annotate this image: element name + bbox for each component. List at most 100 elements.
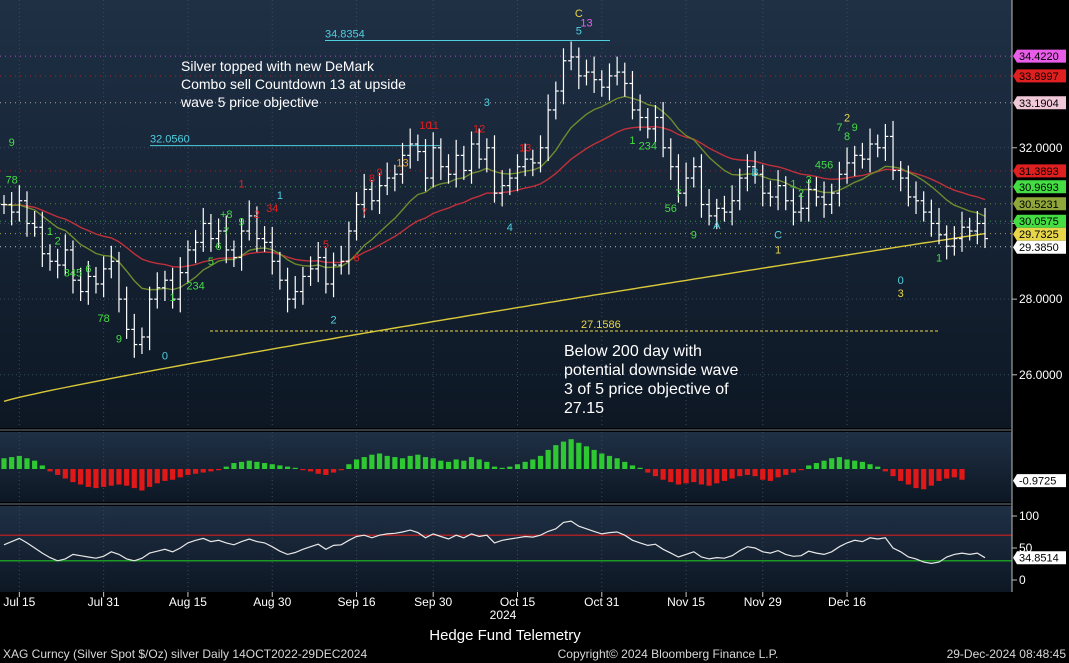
oscillator-bar — [844, 459, 850, 469]
oscillator-bar — [829, 458, 835, 469]
td-count-label: 5 — [323, 239, 329, 251]
td-count-label: 1 — [790, 179, 796, 191]
td-count-label: 0 — [162, 351, 168, 363]
td-count-label: 4 — [507, 222, 513, 234]
oscillator-bar — [392, 457, 398, 469]
oscillator-bar — [484, 461, 490, 469]
td-count-label: 9 — [9, 137, 15, 149]
oscillator-bar — [522, 461, 528, 469]
oscillator-bar — [821, 460, 827, 469]
td-count-label: +8 — [220, 209, 233, 221]
oscillator-bar — [124, 469, 130, 486]
price-chart: 34.835432.056027.1586 97812345 6789012345… — [0, 0, 1069, 663]
td-count-label: 7 — [361, 207, 367, 219]
svg-text:33.1904: 33.1904 — [1019, 98, 1059, 110]
svg-text:29.3850: 29.3850 — [1019, 242, 1059, 254]
date-tick-label: Oct 31 — [584, 595, 620, 609]
footer-right: 29-Dec-2024 08:48:45 — [947, 647, 1067, 661]
oscillator-bar — [537, 455, 544, 469]
td-count-label: 9 — [376, 167, 382, 179]
oscillator-bar — [384, 455, 390, 469]
oscillator-bar — [622, 461, 628, 469]
td-count-label: 2 — [254, 209, 260, 221]
oscillator-bar — [591, 449, 597, 469]
price-level-box: 29.7325 — [1013, 227, 1066, 241]
oscillator-bar — [836, 457, 842, 469]
td-count-label: 6 — [216, 241, 222, 253]
td-count-label: 8 — [844, 131, 850, 143]
td-count-label: 6 — [85, 264, 91, 276]
td-count-label: 1 — [936, 252, 942, 264]
oscillator-bar — [353, 459, 360, 469]
td-count-label: 6 — [353, 252, 359, 264]
oscillator-bar — [62, 469, 68, 479]
td-count-label: 1 — [47, 226, 53, 238]
td-count-label: 13 — [519, 143, 531, 155]
td-count-label: 234 — [639, 141, 657, 153]
date-tick-label: Aug 15 — [169, 595, 207, 609]
oscillator-bar — [430, 458, 436, 469]
svg-text:34.4220: 34.4220 — [1019, 51, 1059, 63]
oscillator-bar — [683, 469, 689, 484]
td-count-label: 3 — [484, 97, 490, 109]
oscillator-bar — [193, 469, 199, 474]
oscillator-bar — [330, 469, 337, 473]
oscillator-level-box: -0.9725 — [1013, 474, 1066, 488]
oscillator-bar — [882, 469, 888, 472]
top-annotation-line-1: Silver topped with new DeMark — [181, 58, 375, 74]
oscillator-bar — [951, 469, 957, 478]
td-count-label: 2 — [798, 188, 804, 200]
oscillator-bar — [936, 469, 942, 481]
stoch-tick-label: 0 — [1019, 573, 1026, 587]
oscillator-bar — [798, 469, 804, 471]
oscillator-bar — [507, 466, 513, 469]
oscillator-bar — [269, 464, 275, 469]
oscillator-bar — [905, 469, 911, 485]
price-tick-label: 28.0000 — [1019, 292, 1063, 306]
date-tick-label: Nov 15 — [667, 595, 705, 609]
oscillator-bar — [1, 458, 7, 469]
oscillator-bar — [744, 469, 751, 475]
price-panel — [0, 0, 1012, 428]
td-count-label: 345 — [64, 267, 82, 279]
td-count-label: 1 — [239, 179, 245, 191]
td-count-label: 78 — [6, 175, 18, 187]
date-tick-label: Aug 30 — [253, 595, 291, 609]
td-count-label: 2 — [330, 315, 336, 327]
bottom-annotation-line-1: Below 200 day with — [564, 343, 702, 360]
oscillator-bar — [131, 469, 137, 489]
oscillator-bar — [78, 469, 84, 485]
date-tick-label: Jul 15 — [3, 595, 35, 609]
td-count-label: 8 — [369, 173, 375, 185]
oscillator-bar — [491, 466, 498, 469]
oscillator-bar — [783, 469, 789, 475]
oscillator-bar — [629, 465, 636, 469]
td-count-label: C — [774, 230, 782, 242]
date-tick-label: Jul 31 — [88, 595, 120, 609]
td-count-label: 3 — [898, 288, 904, 300]
oscillator-bar — [231, 463, 237, 469]
oscillator-bar — [399, 458, 406, 469]
td-count-label: 0 — [898, 275, 904, 287]
td-count-label: 1 — [277, 190, 283, 202]
oscillator-bar — [116, 469, 122, 485]
oscillator-bar — [246, 460, 252, 469]
price-level-box: 30.9693 — [1013, 180, 1066, 194]
date-tick-label: Sep 16 — [338, 595, 376, 609]
oscillator-bar — [369, 454, 375, 469]
oscillator-bar — [277, 465, 283, 469]
oscillator-bar — [85, 469, 91, 487]
oscillator-bar — [415, 454, 421, 469]
oscillator-bar — [407, 455, 413, 469]
oscillator-bar — [898, 469, 904, 481]
oscillator-bar — [445, 461, 452, 469]
oscillator-bar — [944, 469, 950, 479]
td-count-label: 1 — [170, 292, 176, 304]
oscillator-bar — [530, 459, 536, 469]
oscillator-bar — [70, 469, 76, 483]
svg-text:30.5231: 30.5231 — [1019, 199, 1059, 211]
oscillator-bar — [170, 469, 176, 480]
date-tick-label: Oct 15 — [500, 595, 536, 609]
oscillator-bar — [376, 453, 383, 469]
td-count-label: 13 — [580, 18, 592, 30]
